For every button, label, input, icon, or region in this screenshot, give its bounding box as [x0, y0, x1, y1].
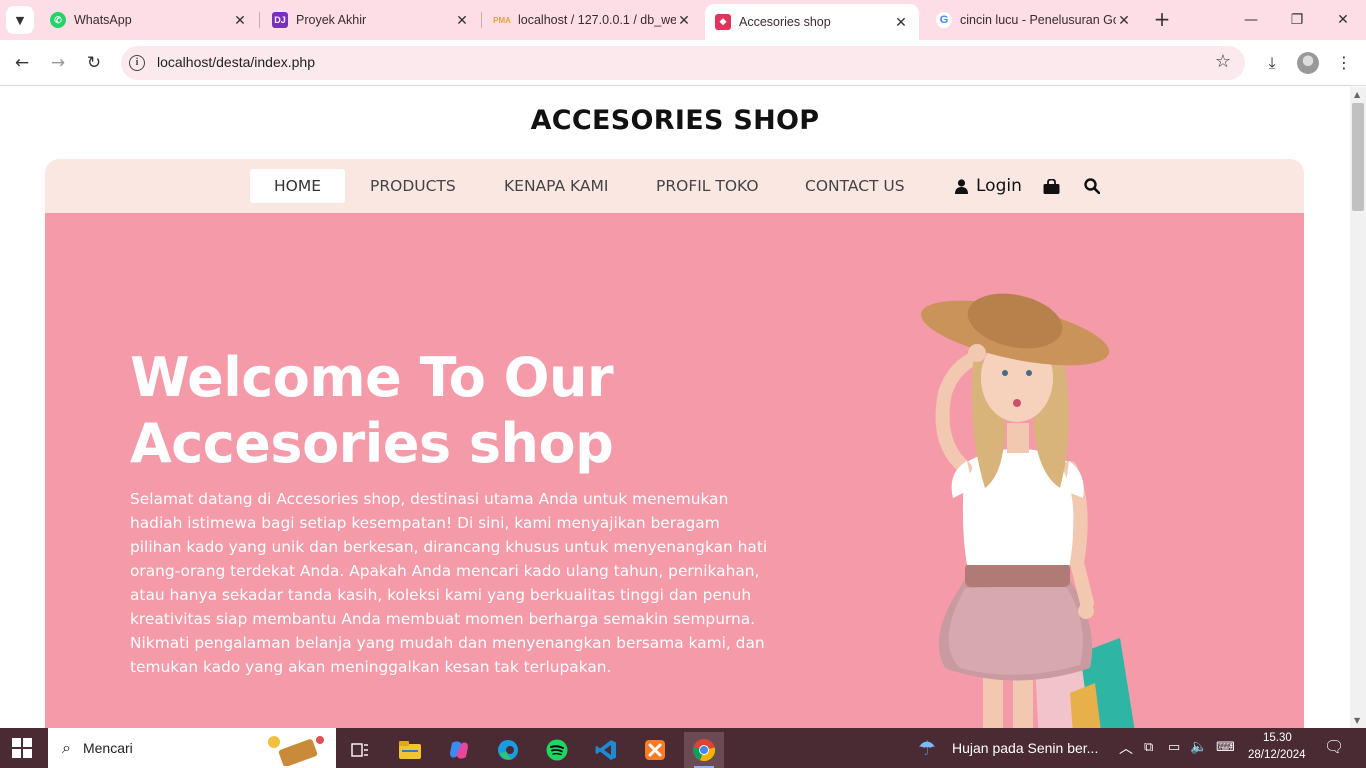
- address-bar[interactable]: i localhost/desta/index.php ☆: [121, 46, 1245, 80]
- site-title: ACCESORIES SHOP: [530, 105, 820, 136]
- tab-search-button[interactable]: ▼: [6, 6, 34, 34]
- chrome-icon[interactable]: [684, 732, 724, 768]
- meet-now-icon[interactable]: ⧉: [1144, 739, 1153, 755]
- tab-separator: [259, 12, 260, 28]
- search-highlight-illustration-icon: [268, 736, 324, 766]
- scroll-down-arrow-icon[interactable]: ▼: [1354, 716, 1360, 725]
- chevron-down-icon: ▼: [15, 13, 25, 27]
- profile-avatar[interactable]: [1297, 52, 1319, 74]
- tab-phpmyadmin[interactable]: PMA localhost / 127.0.0.1 / db_we ✕: [484, 4, 702, 36]
- gift-icon: ❖: [715, 14, 731, 30]
- close-icon[interactable]: ✕: [1116, 12, 1132, 29]
- dj-icon: DJ: [272, 12, 288, 28]
- nav-contact-us[interactable]: CONTACT US: [781, 169, 929, 203]
- taskbar-search-box[interactable]: ⌕ Mencari: [48, 728, 336, 768]
- forward-button[interactable]: →: [43, 48, 73, 78]
- close-icon[interactable]: ✕: [893, 14, 909, 31]
- chevron-up-icon[interactable]: ︿: [1119, 738, 1133, 758]
- tab-title: cincin lucu - Penelusuran Go: [960, 13, 1116, 27]
- browser-tab-bar: ▼ ✆ WhatsApp ✕ DJ Proyek Akhir ✕ PMA loc…: [0, 0, 1366, 40]
- keyboard-icon[interactable]: ⌨: [1216, 739, 1235, 755]
- tab-whatsapp[interactable]: ✆ WhatsApp ✕: [40, 4, 258, 36]
- download-icon[interactable]: ⤓: [1258, 49, 1286, 77]
- info-icon[interactable]: i: [129, 55, 145, 71]
- tab-title: Accesories shop: [739, 15, 831, 29]
- google-icon: G: [936, 12, 952, 28]
- volume-icon[interactable]: 🔈: [1190, 738, 1207, 755]
- phpmyadmin-icon: PMA: [493, 15, 511, 25]
- page-viewport: ACCESORIES SHOP HOME PRODUCTS KENAPA KAM…: [0, 87, 1350, 728]
- back-button[interactable]: ←: [7, 48, 37, 78]
- edge-browser-icon[interactable]: [488, 732, 528, 768]
- hero-description: Selamat datang di Accesories shop, desti…: [130, 490, 768, 676]
- close-icon[interactable]: ✕: [232, 12, 248, 29]
- login-label: Login: [976, 176, 1022, 196]
- tab-separator: [481, 12, 482, 28]
- scrollbar-thumb[interactable]: [1352, 103, 1364, 211]
- clock-time[interactable]: 15.30: [1263, 732, 1292, 744]
- vscode-icon[interactable]: [586, 732, 626, 768]
- tab-google-search[interactable]: G cincin lucu - Penelusuran Go ✕: [926, 4, 1142, 36]
- page-scrollbar[interactable]: ▲ ▼: [1350, 87, 1366, 728]
- url-text[interactable]: localhost/desta/index.php: [157, 54, 315, 70]
- nav-products[interactable]: PRODUCTS: [346, 169, 480, 203]
- search-icon[interactable]: [1084, 169, 1100, 203]
- user-icon: [955, 178, 968, 194]
- shopping-bag-icon[interactable]: [1043, 169, 1060, 203]
- new-tab-button[interactable]: +: [1150, 8, 1174, 32]
- search-icon: ⌕: [62, 738, 71, 757]
- copilot-icon[interactable]: [439, 732, 479, 768]
- hero-section: Welcome To Our Accesories shop Selamat d…: [45, 213, 1304, 728]
- tab-title: Proyek Akhir: [296, 13, 367, 27]
- tab-accesories-shop[interactable]: ❖ Accesories shop ✕: [705, 4, 919, 40]
- site-navbar: HOME PRODUCTS KENAPA KAMI PROFIL TOKO CO…: [45, 159, 1304, 213]
- hero-girl-image: [920, 293, 1135, 728]
- rain-umbrella-icon: ☂: [918, 736, 936, 760]
- windows-taskbar: ⌕ Mencari ☂ Hujan pada Senin ber... ︿ ⧉ …: [0, 728, 1366, 768]
- tab-title: localhost / 127.0.0.1 / db_we: [518, 13, 676, 27]
- menu-kebab-icon[interactable]: ⋮: [1330, 49, 1358, 77]
- tab-proyek-akhir[interactable]: DJ Proyek Akhir ✕: [262, 4, 480, 36]
- close-window-button[interactable]: ✕: [1320, 6, 1366, 34]
- hero-title-line-2: Accesories shop: [130, 412, 614, 475]
- whatsapp-icon: ✆: [50, 12, 66, 28]
- nav-login[interactable]: Login: [955, 169, 1022, 203]
- windows-start-icon[interactable]: [12, 738, 32, 758]
- taskbar-search-placeholder: Mencari: [82, 740, 133, 756]
- clock-date[interactable]: 28/12/2024: [1248, 749, 1306, 761]
- close-icon[interactable]: ✕: [454, 12, 470, 29]
- nav-home[interactable]: HOME: [250, 169, 346, 203]
- close-icon[interactable]: ✕: [676, 12, 692, 29]
- battery-icon[interactable]: ▭: [1168, 739, 1180, 755]
- scroll-up-arrow-icon[interactable]: ▲: [1354, 90, 1360, 99]
- notification-icon[interactable]: 🗨: [1324, 737, 1344, 757]
- restore-button[interactable]: ❐: [1274, 6, 1320, 34]
- browser-toolbar: ← → ↻ i localhost/desta/index.php ☆ ⤓ ⋮: [0, 40, 1366, 86]
- nav-profil-toko[interactable]: PROFIL TOKO: [632, 169, 783, 203]
- hero-title-line-1: Welcome To Our: [130, 346, 614, 409]
- hero-title: Welcome To Our Accesories shop: [130, 345, 750, 477]
- xampp-icon[interactable]: [635, 732, 675, 768]
- minimize-button[interactable]: —: [1228, 6, 1274, 34]
- task-view-icon[interactable]: [340, 732, 380, 768]
- nav-kenapa-kami[interactable]: KENAPA KAMI: [480, 169, 632, 203]
- weather-text[interactable]: Hujan pada Senin ber...: [952, 740, 1098, 756]
- file-explorer-icon[interactable]: [390, 732, 430, 768]
- bookmark-star-icon[interactable]: ☆: [1215, 51, 1231, 72]
- reload-button[interactable]: ↻: [79, 48, 109, 78]
- spotify-icon[interactable]: [537, 732, 577, 768]
- tab-title: WhatsApp: [74, 13, 132, 27]
